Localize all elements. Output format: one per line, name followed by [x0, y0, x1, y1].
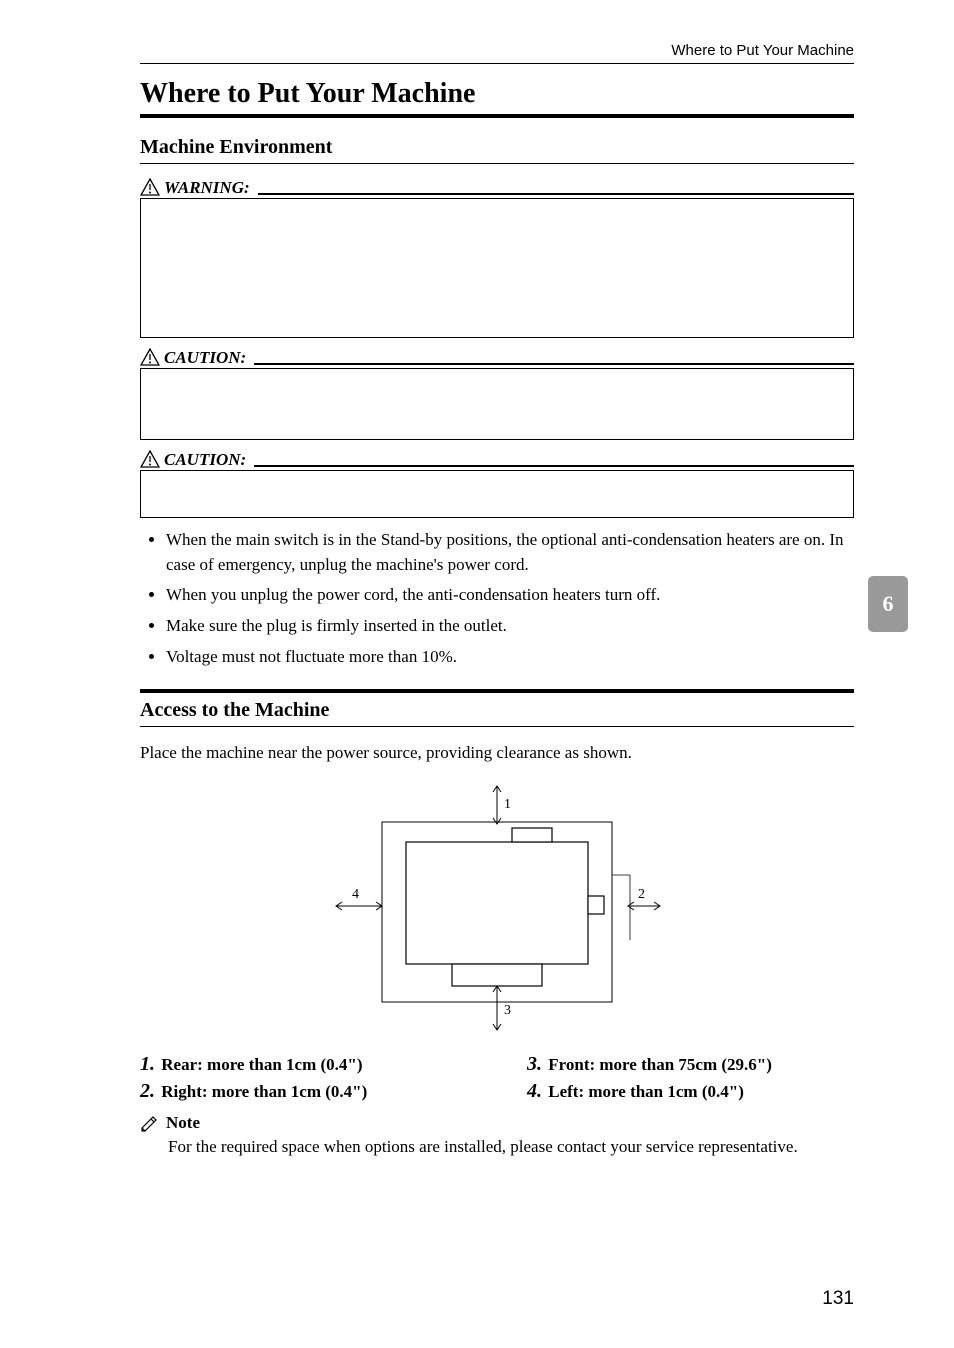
- caution-label-2: CAUTION:: [164, 450, 246, 470]
- caution-icon-2: [140, 450, 160, 468]
- list-item: When you unplug the power cord, the anti…: [166, 583, 854, 608]
- pencil-icon: [140, 1115, 158, 1133]
- warning-label: WARNING:: [164, 178, 250, 198]
- legend-num-1: 1.: [140, 1053, 155, 1075]
- legend: 1. Rear: more than 1cm (0.4") 2. Right: …: [140, 1053, 854, 1107]
- rule-h2b: [140, 726, 854, 727]
- warning-box: [140, 198, 854, 338]
- notes-list: When the main switch is in the Stand-by …: [140, 528, 854, 669]
- svg-text:4: 4: [352, 887, 359, 902]
- legend-text-1: Rear: more than 1cm (0.4"): [161, 1055, 362, 1074]
- warning-label-rule: [258, 193, 854, 195]
- list-item: Voltage must not fluctuate more than 10%…: [166, 645, 854, 670]
- note-label: Note: [166, 1113, 200, 1132]
- caution-label-row-1: CAUTION:: [140, 348, 854, 368]
- legend-item-4: 4. Left: more than 1cm (0.4"): [527, 1080, 854, 1103]
- list-item: When the main switch is in the Stand-by …: [166, 528, 854, 577]
- legend-item-1: 1. Rear: more than 1cm (0.4"): [140, 1053, 467, 1076]
- legend-item-2: 2. Right: more than 1cm (0.4"): [140, 1080, 467, 1103]
- note-row: Note: [140, 1113, 854, 1133]
- svg-text:3: 3: [504, 1003, 511, 1018]
- legend-num-4: 4.: [527, 1080, 542, 1102]
- clearance-para: Place the machine near the power source,…: [140, 741, 854, 766]
- caution-label-1: CAUTION:: [164, 348, 246, 368]
- h1: Where to Put Your Machine: [140, 78, 854, 110]
- caution-label-row-2: CAUTION:: [140, 450, 854, 470]
- caution-rule-2: [254, 465, 854, 467]
- running-head: Where to Put Your Machine: [140, 42, 854, 59]
- warning-icon: [140, 178, 160, 196]
- note-body: For the required space when options are …: [140, 1135, 854, 1159]
- caution-box-1: [140, 368, 854, 440]
- clearance-figure: 1 2 3 4: [140, 780, 854, 1035]
- legend-item-3: 3. Front: more than 75cm (29.6"): [527, 1053, 854, 1076]
- caution-icon-1: [140, 348, 160, 366]
- page-number: 131: [822, 1288, 854, 1310]
- h2-environment: Machine Environment: [140, 136, 854, 159]
- rule-top: [140, 63, 854, 64]
- section-tab: 6: [868, 576, 908, 632]
- legend-num-2: 2.: [140, 1080, 155, 1102]
- legend-num-3: 3.: [527, 1053, 542, 1075]
- rule-h1: [140, 114, 854, 118]
- legend-text-4: Left: more than 1cm (0.4"): [548, 1082, 744, 1101]
- legend-text-2: Right: more than 1cm (0.4"): [161, 1082, 367, 1101]
- svg-text:1: 1: [504, 797, 511, 812]
- legend-text-3: Front: more than 75cm (29.6"): [548, 1055, 772, 1074]
- h2-access: Access to the Machine: [140, 699, 854, 722]
- list-item: Make sure the plug is firmly inserted in…: [166, 614, 854, 639]
- rule-h2b-top: [140, 689, 854, 693]
- caution-box-2: [140, 470, 854, 518]
- caution-rule-1: [254, 363, 854, 365]
- svg-text:2: 2: [638, 887, 645, 902]
- rule-h2a: [140, 163, 854, 164]
- warning-label-row: WARNING:: [140, 178, 854, 198]
